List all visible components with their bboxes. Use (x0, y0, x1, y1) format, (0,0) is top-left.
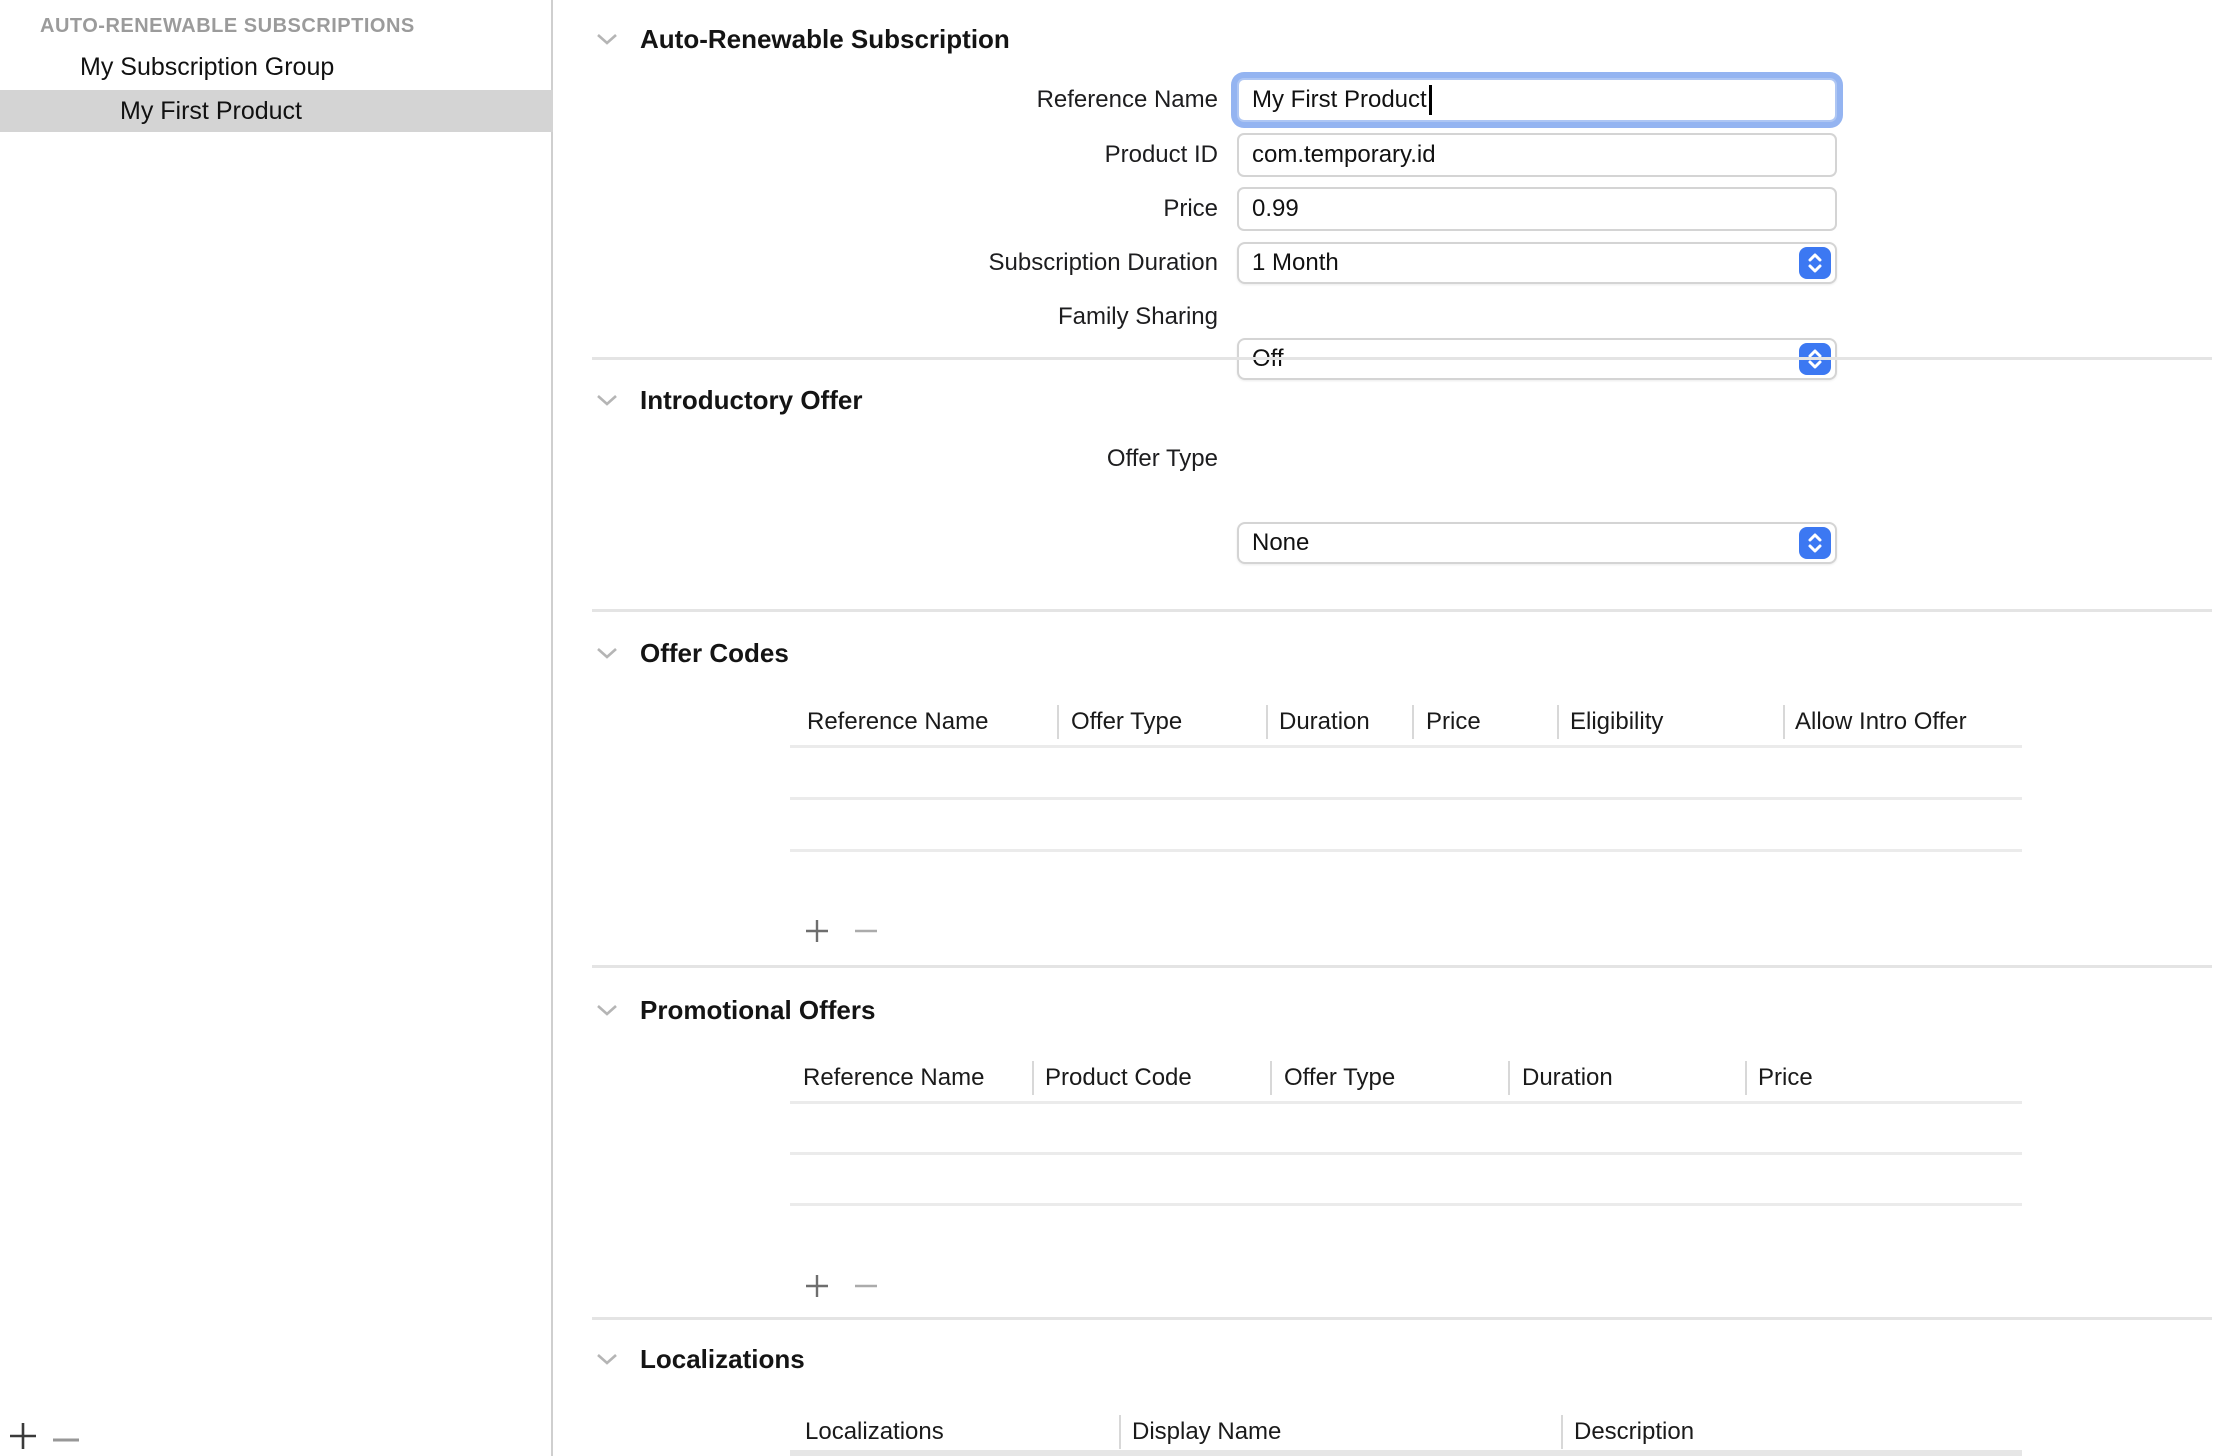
section-divider (592, 609, 2212, 612)
section-divider (592, 357, 2212, 360)
section-title: Offer Codes (640, 636, 789, 670)
promotional-offers-remove-button[interactable] (852, 1272, 880, 1305)
minus-icon (50, 1443, 82, 1456)
column-separator (1557, 705, 1559, 739)
reference-name-label: Reference Name (620, 83, 1218, 117)
column-header-product-code: Product Code (1045, 1061, 1192, 1095)
column-header-allow-intro-offer: Allow Intro Offer (1795, 705, 1967, 739)
table-row-divider (790, 849, 2022, 852)
table-row-divider (790, 1450, 2022, 1456)
section-collapse-control[interactable] (595, 1351, 619, 1372)
column-separator (1057, 705, 1059, 739)
up-down-stepper-icon (1799, 247, 1831, 279)
plus-icon (803, 932, 831, 949)
minus-icon (852, 1287, 880, 1304)
column-separator (1508, 1061, 1510, 1095)
column-separator (1745, 1061, 1747, 1095)
sidebar: AUTO-RENEWABLE SUBSCRIPTIONS My Subscrip… (0, 0, 553, 1456)
table-row-divider (790, 1101, 2022, 1104)
chevron-down-icon (595, 1354, 619, 1371)
column-header-offer-type: Offer Type (1071, 705, 1182, 739)
offer-type-value: None (1252, 529, 1309, 557)
offer-codes-remove-button[interactable] (852, 917, 880, 950)
column-separator (1119, 1415, 1121, 1449)
sidebar-item-first-product[interactable]: My First Product (120, 90, 302, 132)
column-header-reference-name: Reference Name (803, 1061, 984, 1095)
column-header-price: Price (1426, 705, 1481, 739)
offer-type-label: Offer Type (620, 442, 1218, 476)
price-label: Price (620, 192, 1218, 226)
column-header-eligibility: Eligibility (1570, 705, 1663, 739)
price-input[interactable]: 0.99 (1237, 187, 1837, 231)
reference-name-input[interactable]: My First Product (1237, 78, 1837, 122)
column-separator (1412, 705, 1414, 739)
family-sharing-label: Family Sharing (620, 300, 1218, 334)
product-id-value: com.temporary.id (1252, 141, 1436, 169)
product-id-input[interactable]: com.temporary.id (1237, 133, 1837, 177)
column-header-duration: Duration (1522, 1061, 1613, 1095)
section-collapse-control[interactable] (595, 645, 619, 666)
column-header-description: Description (1574, 1415, 1694, 1449)
column-separator (1032, 1061, 1034, 1095)
storekit-configuration-window: AUTO-RENEWABLE SUBSCRIPTIONS My Subscrip… (0, 0, 2226, 1456)
subscription-duration-value: 1 Month (1252, 249, 1339, 277)
table-row-divider (790, 1203, 2022, 1206)
offer-codes-add-button[interactable] (803, 917, 831, 950)
subscription-duration-popup[interactable]: 1 Month (1237, 242, 1837, 284)
price-value: 0.99 (1252, 195, 1299, 223)
chevron-down-icon (595, 395, 619, 412)
sidebar-remove-button[interactable] (50, 1424, 82, 1456)
sidebar-item-subscription-group[interactable]: My Subscription Group (80, 46, 334, 88)
section-divider (592, 1317, 2212, 1320)
column-header-display-name: Display Name (1132, 1415, 1281, 1449)
section-title: Auto-Renewable Subscription (640, 22, 1010, 56)
column-header-reference-name: Reference Name (807, 705, 988, 739)
chevron-down-icon (595, 34, 619, 51)
column-header-duration: Duration (1279, 705, 1370, 739)
plus-icon (803, 1287, 831, 1304)
reference-name-value: My First Product (1252, 86, 1427, 114)
table-row-divider (790, 745, 2022, 748)
minus-icon (852, 932, 880, 949)
column-header-localizations: Localizations (805, 1415, 944, 1449)
column-separator (1783, 705, 1785, 739)
table-row-divider (790, 1152, 2022, 1155)
chevron-down-icon (595, 648, 619, 665)
text-caret (1429, 85, 1432, 115)
promotional-offers-add-button[interactable] (803, 1272, 831, 1305)
product-id-label: Product ID (620, 138, 1218, 172)
column-separator (1266, 705, 1268, 739)
section-collapse-control[interactable] (595, 1002, 619, 1023)
plus-icon (7, 1439, 39, 1456)
offer-type-popup[interactable]: None (1237, 522, 1837, 564)
section-collapse-control[interactable] (595, 392, 619, 413)
section-title: Promotional Offers (640, 993, 875, 1027)
section-collapse-control[interactable] (595, 31, 619, 52)
chevron-down-icon (595, 1005, 619, 1022)
section-divider (592, 965, 2212, 968)
column-separator (1270, 1061, 1272, 1095)
column-separator (1561, 1415, 1563, 1449)
column-header-price: Price (1758, 1061, 1813, 1095)
sidebar-add-button[interactable] (7, 1420, 39, 1456)
section-title: Introductory Offer (640, 383, 862, 417)
section-title: Localizations (640, 1342, 805, 1376)
column-header-offer-type: Offer Type (1284, 1061, 1395, 1095)
subscription-duration-label: Subscription Duration (620, 246, 1218, 280)
sidebar-group-header: AUTO-RENEWABLE SUBSCRIPTIONS (40, 10, 520, 42)
table-row-divider (790, 797, 2022, 800)
up-down-stepper-icon (1799, 527, 1831, 559)
